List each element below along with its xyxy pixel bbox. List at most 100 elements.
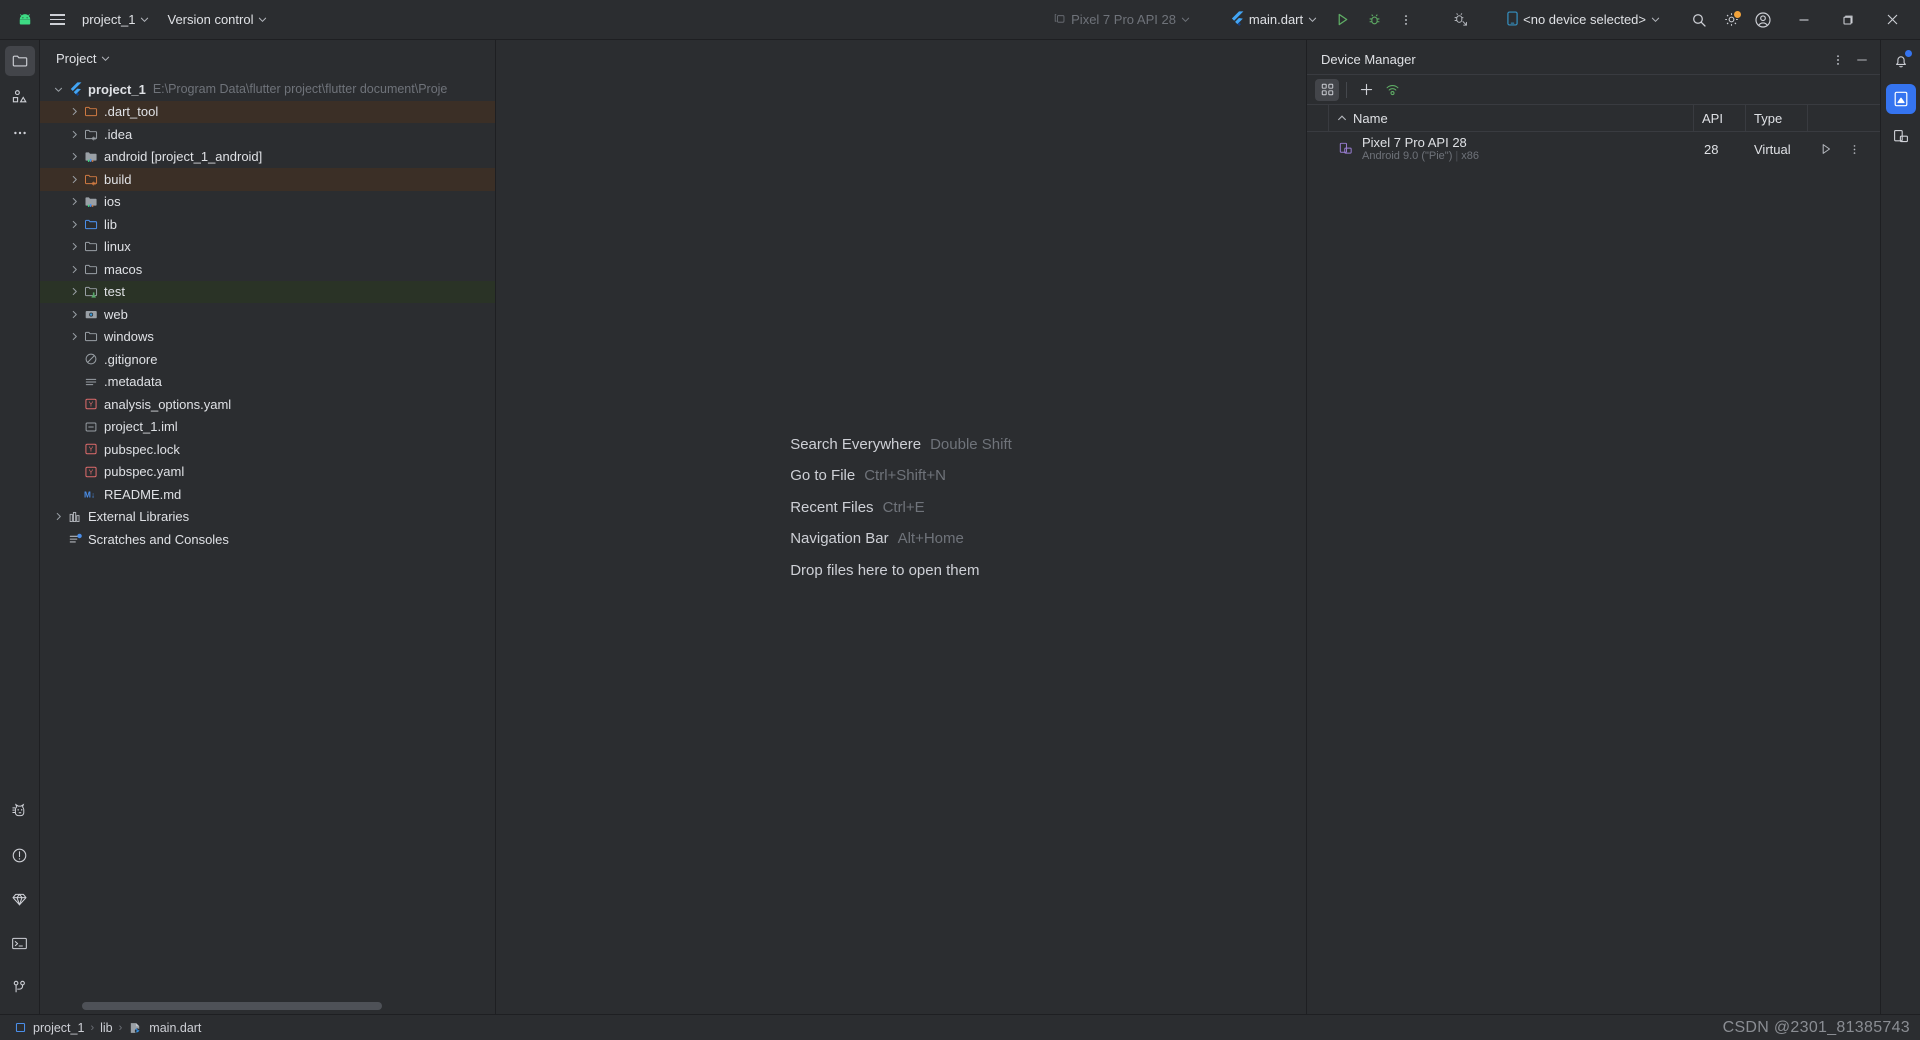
chevron-right-icon[interactable] xyxy=(66,332,82,341)
device-file-explorer-icon[interactable] xyxy=(1886,122,1916,152)
tree-row[interactable]: build xyxy=(40,168,495,191)
tree-row-label: analysis_options.yaml xyxy=(104,396,232,412)
add-device-plus-icon[interactable] xyxy=(1354,79,1378,101)
hamburger-menu-icon[interactable] xyxy=(42,6,72,34)
hide-panel-minimize-icon[interactable] xyxy=(1850,48,1874,72)
svg-text:M↓: M↓ xyxy=(84,490,95,500)
chevron-down-icon[interactable] xyxy=(50,85,66,94)
project-tree[interactable]: project_1 E:\Program Data\flutter project… xyxy=(40,72,495,1014)
chevron-right-icon[interactable] xyxy=(66,242,82,251)
chevron-right-icon[interactable] xyxy=(66,130,82,139)
device-row[interactable]: Pixel 7 Pro API 28 Android 9.0 ("Pie") | x8… xyxy=(1307,132,1880,166)
external-libraries-icon xyxy=(66,510,84,524)
tree-row[interactable]: ios xyxy=(40,191,495,214)
more-vertical-icon[interactable] xyxy=(1842,138,1866,160)
chevron-right-icon[interactable] xyxy=(66,287,82,296)
device-list-grid-icon[interactable] xyxy=(1315,78,1339,101)
tree-row[interactable]: macos xyxy=(40,258,495,281)
tree-row[interactable]: External Libraries xyxy=(40,506,495,529)
tree-row[interactable]: android [project_1_android] xyxy=(40,146,495,169)
settings-update-badge xyxy=(1734,10,1741,18)
window-close-icon[interactable] xyxy=(1870,1,1914,39)
terminal-icon[interactable] xyxy=(5,928,35,958)
chevron-right-icon[interactable] xyxy=(66,265,82,274)
project-view-selector[interactable]: Project xyxy=(52,49,114,68)
version-control-branch-icon[interactable] xyxy=(5,972,35,1002)
tree-row[interactable]: .metadata xyxy=(40,371,495,394)
tree-row[interactable]: M↓ README.md xyxy=(40,483,495,506)
chevron-right-icon[interactable] xyxy=(66,107,82,116)
chevron-down-icon xyxy=(1651,15,1660,24)
debug-bug-icon[interactable] xyxy=(1359,6,1389,34)
tree-row-label: macos xyxy=(104,261,143,277)
run-configuration-dropdown[interactable]: main.dart xyxy=(1222,7,1325,33)
project-panel-header: Project xyxy=(40,44,495,72)
device-selector-dropdown[interactable]: <no device selected> xyxy=(1499,7,1668,33)
tree-row[interactable]: lib xyxy=(40,213,495,236)
column-header-name[interactable]: Name xyxy=(1329,104,1694,132)
tree-row-path: E:\Program Data\flutter project\flutter … xyxy=(152,82,448,97)
chevron-right-icon[interactable] xyxy=(66,197,82,206)
device-manager-tool-window: Device Manager Name API Type Pixel 7 Pro… xyxy=(1307,40,1880,1014)
version-control-dropdown[interactable]: Version control xyxy=(159,7,275,33)
tree-row[interactable]: windows xyxy=(40,326,495,349)
flutter-inspector-diamond-icon[interactable] xyxy=(5,884,35,914)
tree-row-label: lib xyxy=(104,216,118,232)
chevron-right-icon[interactable] xyxy=(66,175,82,184)
editor-hint-shortcut: Double Shift xyxy=(930,435,1012,453)
breadcrumb-item[interactable]: project_1 xyxy=(12,1020,87,1036)
breadcrumb-item[interactable]: lib xyxy=(97,1020,116,1036)
sidebar-item-project[interactable] xyxy=(4,46,35,76)
settings-gear-icon[interactable] xyxy=(1716,6,1746,34)
run-play-icon[interactable] xyxy=(1327,6,1357,34)
tree-row[interactable]: Ypubspec.lock xyxy=(40,438,495,461)
tree-row[interactable]: web xyxy=(40,303,495,326)
tree-row[interactable]: project_1 E:\Program Data\flutter project… xyxy=(40,78,495,101)
device-preview-label: Pixel 7 Pro API 28 xyxy=(1071,12,1176,27)
column-header-type[interactable]: Type xyxy=(1746,104,1808,132)
chevron-right-icon[interactable] xyxy=(66,220,82,229)
device-preview-dropdown[interactable]: Pixel 7 Pro API 28 xyxy=(1045,7,1198,33)
folder-icon xyxy=(82,262,100,277)
breadcrumb-item[interactable]: main.dart xyxy=(125,1020,204,1036)
project-name-dropdown[interactable]: project_1 xyxy=(74,7,157,33)
sidebar-item-more-tool-windows[interactable] xyxy=(5,118,35,148)
device-row-spacer xyxy=(1307,132,1329,166)
window-minimize-icon[interactable] xyxy=(1782,1,1826,39)
more-vertical-icon[interactable] xyxy=(1391,6,1421,34)
window-maximize-icon[interactable] xyxy=(1826,1,1870,39)
svg-text:Y: Y xyxy=(89,469,94,476)
pair-wifi-device-icon[interactable] xyxy=(1380,79,1404,101)
account-avatar-icon[interactable] xyxy=(1748,6,1778,34)
chevron-right-icon[interactable] xyxy=(66,310,82,319)
chevron-down-icon xyxy=(140,15,149,24)
more-vertical-icon[interactable] xyxy=(1826,48,1850,72)
scrollbar-thumb[interactable] xyxy=(82,1002,382,1010)
tree-row[interactable]: Ypubspec.yaml xyxy=(40,461,495,484)
tree-row[interactable]: test xyxy=(40,280,495,303)
sidebar-item-structure[interactable] xyxy=(5,82,35,112)
search-icon[interactable] xyxy=(1684,6,1714,34)
run-device-play-icon[interactable] xyxy=(1814,138,1838,160)
chevron-right-icon[interactable] xyxy=(66,152,82,161)
device-manager-icon[interactable] xyxy=(1885,84,1916,114)
left-rail-bottom-group xyxy=(5,796,35,1008)
problems-warning-icon[interactable] xyxy=(5,840,35,870)
attach-debugger-icon[interactable] xyxy=(1445,6,1475,34)
tree-row[interactable]: project_1.iml xyxy=(40,416,495,439)
tree-row[interactable]: Scratches and Consoles xyxy=(40,528,495,551)
column-header-api[interactable]: API xyxy=(1694,104,1746,132)
scratches-icon xyxy=(66,532,84,547)
tree-row[interactable]: Yanalysis_options.yaml xyxy=(40,393,495,416)
tree-row[interactable]: .dart_tool xyxy=(40,100,495,123)
project-tree-hscrollbar[interactable] xyxy=(80,1002,495,1012)
tree-row[interactable]: .idea xyxy=(40,123,495,146)
running-devices-icon xyxy=(1053,12,1066,28)
dart-analysis-cat-icon[interactable] xyxy=(5,796,35,826)
tree-row[interactable]: linux xyxy=(40,236,495,259)
editor-hint-list: Search Everywhere Double Shift Go to File C… xyxy=(790,436,1012,579)
chevron-right-icon[interactable] xyxy=(50,512,66,521)
tree-row[interactable]: .gitignore xyxy=(40,348,495,371)
editor-hint-action: Recent Files xyxy=(790,498,874,516)
notifications-bell-icon[interactable] xyxy=(1886,46,1916,76)
